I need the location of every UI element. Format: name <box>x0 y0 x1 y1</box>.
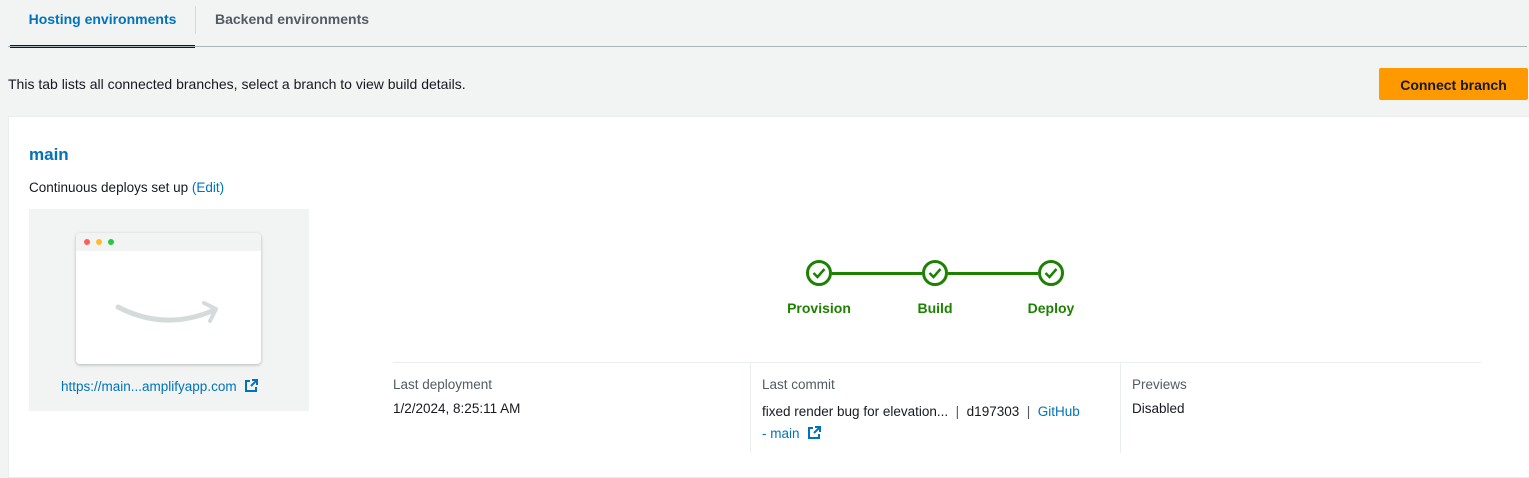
column-separator <box>750 363 751 453</box>
github-link[interactable]: GitHub <box>1038 404 1080 419</box>
commit-separator: | <box>955 404 960 419</box>
external-link-icon <box>245 379 259 392</box>
amazon-smile-icon <box>115 301 218 323</box>
last-deployment-label: Last deployment <box>393 377 493 392</box>
last-deployment-value: 1/2/2024, 8:25:11 AM <box>393 401 521 416</box>
column-separator <box>1120 363 1121 453</box>
previews-label: Previews <box>1132 377 1187 392</box>
browser-thumbnail <box>76 233 261 364</box>
close-dot-icon <box>84 239 90 245</box>
external-link-icon <box>808 426 822 439</box>
step-label-provision: Provision <box>787 300 851 316</box>
edit-link[interactable]: (Edit) <box>192 180 224 195</box>
continuous-deploys-text: Continuous deploys set up (Edit) <box>29 180 224 195</box>
commit-hash: d197303 <box>966 404 1020 419</box>
github-branch-text: - main <box>762 426 800 441</box>
step-label-deploy: Deploy <box>1027 300 1075 316</box>
commit-separator: | <box>1026 404 1031 419</box>
tab-hosting-environments-label: Hosting environments <box>28 11 177 27</box>
commit-message: fixed render bug for elevation... <box>762 404 949 419</box>
previews-value: Disabled <box>1132 401 1185 416</box>
branch-card: main Continuous deploys set up (Edit) ht… <box>8 116 1529 478</box>
github-branch-link[interactable]: - main <box>762 426 822 441</box>
tab-hosting-environments[interactable]: Hosting environments <box>10 0 195 48</box>
step-label-build: Build <box>917 300 953 316</box>
minimize-dot-icon <box>96 239 102 245</box>
continuous-deploys-label: Continuous deploys set up <box>29 180 189 195</box>
site-url-link[interactable]: https://main...amplifyapp.com <box>61 379 259 394</box>
tab-description: This tab lists all connected branches, s… <box>8 76 466 92</box>
last-commit-value: fixed render bug for elevation... | d197… <box>762 401 1112 445</box>
pipeline-connector <box>948 272 1038 275</box>
build-pipeline: Provision Build Deploy <box>769 260 1099 320</box>
environment-tabs: Hosting environments Backend environment… <box>0 0 1529 48</box>
details-divider <box>393 362 1481 363</box>
site-preview: https://main...amplifyapp.com <box>29 209 309 411</box>
site-url-text: https://main...amplifyapp.com <box>61 379 237 394</box>
deploy-success-icon <box>1038 260 1064 286</box>
pipeline-connector <box>832 272 922 275</box>
provision-success-icon <box>806 260 832 286</box>
tabs-divider-line <box>8 46 1527 47</box>
tab-backend-environments[interactable]: Backend environments <box>200 0 384 46</box>
maximize-dot-icon <box>108 239 114 245</box>
last-commit-label: Last commit <box>762 377 835 392</box>
tab-backend-environments-label: Backend environments <box>214 11 370 27</box>
connect-branch-button[interactable]: Connect branch <box>1379 68 1528 100</box>
tab-divider <box>195 6 196 34</box>
browser-bar <box>76 233 261 251</box>
branch-name-link[interactable]: main <box>29 145 69 165</box>
build-success-icon <box>922 260 948 286</box>
